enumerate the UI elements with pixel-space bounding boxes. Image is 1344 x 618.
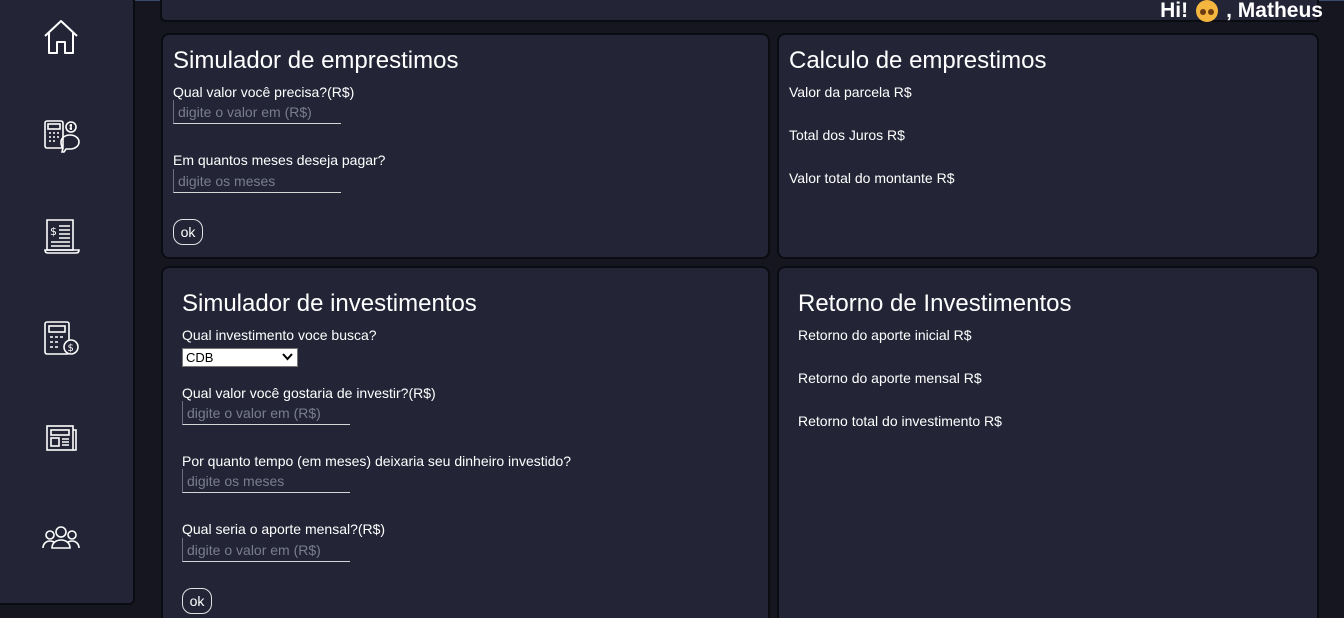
loan-simulator-card: Simulador de emprestimos Qual valor você… [161,33,770,259]
total-return-label: Retorno total do investimento R$ [798,413,1002,429]
investment-months-input[interactable] [182,469,350,493]
sidebar-item-news[interactable] [36,413,86,463]
sidebar-item-team[interactable] [36,513,86,563]
loan-months-label: Em quantos meses deseja pagar? [173,152,386,168]
investment-return-title: Retorno de Investimentos [798,290,1072,317]
investment-simulator-card: Simulador de investimentos Qual investim… [161,266,770,618]
initial-return-label: Retorno do aporte inicial R$ [798,327,972,343]
monthly-contribution-label: Qual seria o aporte mensal?(R$) [182,521,386,537]
investment-amount-input[interactable] [182,401,350,425]
top-bar [160,0,1319,22]
newspaper-icon [46,425,77,451]
loan-ok-button[interactable]: ok [173,219,203,245]
greeting-hi: Hi! [1160,0,1189,22]
investment-ok-button[interactable]: ok [182,588,212,614]
calculator-coin-icon: $ [44,321,79,355]
loan-calc-title: Calculo de emprestimos [789,47,1047,74]
installment-value-label: Valor da parcela R$ [789,84,912,100]
sidebar-item-investment-simulator[interactable]: $ [36,313,86,363]
greeting-name: , Matheus [1226,0,1323,22]
total-interest-label: Total dos Juros R$ [789,127,905,143]
loan-simulator-title: Simulador de emprestimos [173,47,459,74]
investment-type-value: CDB [186,350,214,365]
monthly-return-label: Retorno do aporte mensal R$ [798,370,982,386]
investment-type-label: Qual investimento voce busca? [182,327,377,343]
svg-text:$: $ [68,343,74,354]
home-icon [44,20,78,54]
sidebar-item-loan-simulator[interactable] [36,111,86,161]
svg-text:$: $ [50,225,57,238]
loan-amount-label: Qual valor você precisa?(R$) [173,84,355,100]
sidebar-item-home[interactable] [36,12,86,62]
loan-months-input[interactable] [173,169,341,193]
loan-amount-input[interactable] [173,100,341,124]
loan-calc-card: Calculo de emprestimos Valor da parcela … [777,33,1319,259]
monthly-contribution-input[interactable] [182,538,350,562]
sidebar: $ $ [0,0,135,605]
chevron-down-icon [282,353,293,361]
investment-type-select[interactable]: CDB [182,348,298,367]
users-icon [42,526,80,549]
invoice-icon: $ [44,219,80,254]
investment-amount-label: Qual valor você gostaria de investir?(R$… [182,385,436,401]
investment-return-card: Retorno de Investimentos Retorno do apor… [777,266,1319,618]
sidebar-item-invoice[interactable]: $ [36,211,86,261]
emoji-icon [1196,0,1219,22]
calculator-piggy-icon [44,120,80,153]
investment-months-label: Por quanto tempo (em meses) deixaria seu… [182,453,572,469]
investment-simulator-title: Simulador de investimentos [182,290,477,317]
total-amount-label: Valor total do montante R$ [789,170,955,186]
user-greeting: Hi! , Matheus [1160,0,1323,23]
